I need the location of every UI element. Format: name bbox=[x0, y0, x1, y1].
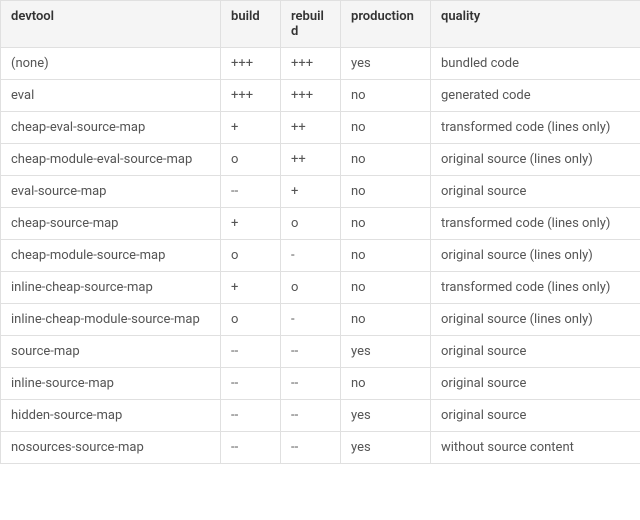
cell-rebuild: +++ bbox=[281, 80, 341, 112]
cell-devtool: cheap-module-source-map bbox=[1, 240, 221, 272]
cell-quality: bundled code bbox=[431, 48, 640, 80]
cell-production: no bbox=[341, 272, 431, 304]
table-row: nosources-source-map----yeswithout sourc… bbox=[1, 432, 640, 464]
cell-build: +++ bbox=[221, 80, 281, 112]
cell-production: no bbox=[341, 112, 431, 144]
cell-quality: original source (lines only) bbox=[431, 240, 640, 272]
cell-quality: original source bbox=[431, 400, 640, 432]
cell-build: + bbox=[221, 208, 281, 240]
col-header-quality: quality bbox=[431, 1, 640, 48]
cell-rebuild: - bbox=[281, 304, 341, 336]
col-header-production: production bbox=[341, 1, 431, 48]
cell-rebuild: ++ bbox=[281, 112, 341, 144]
cell-devtool: (none) bbox=[1, 48, 221, 80]
cell-devtool: cheap-eval-source-map bbox=[1, 112, 221, 144]
cell-rebuild: ++ bbox=[281, 144, 341, 176]
table-row: hidden-source-map----yesoriginal source bbox=[1, 400, 640, 432]
cell-quality: original source bbox=[431, 368, 640, 400]
cell-rebuild: -- bbox=[281, 368, 341, 400]
table-row: inline-cheap-module-source-mapo-noorigin… bbox=[1, 304, 640, 336]
cell-production: no bbox=[341, 144, 431, 176]
cell-devtool: inline-source-map bbox=[1, 368, 221, 400]
cell-build: + bbox=[221, 272, 281, 304]
cell-quality: original source (lines only) bbox=[431, 144, 640, 176]
table-row: cheap-module-source-mapo-nooriginal sour… bbox=[1, 240, 640, 272]
devtool-table: devtool build rebuild production quality… bbox=[0, 0, 640, 464]
table-row: cheap-source-map+onotransformed code (li… bbox=[1, 208, 640, 240]
cell-quality: original source bbox=[431, 176, 640, 208]
cell-devtool: cheap-module-eval-source-map bbox=[1, 144, 221, 176]
cell-build: -- bbox=[221, 176, 281, 208]
cell-production: no bbox=[341, 368, 431, 400]
cell-devtool: hidden-source-map bbox=[1, 400, 221, 432]
cell-build: -- bbox=[221, 368, 281, 400]
cell-build: o bbox=[221, 304, 281, 336]
cell-production: yes bbox=[341, 48, 431, 80]
cell-rebuild: +++ bbox=[281, 48, 341, 80]
cell-rebuild: + bbox=[281, 176, 341, 208]
table-row: eval++++++nogenerated code bbox=[1, 80, 640, 112]
cell-build: o bbox=[221, 240, 281, 272]
cell-build: o bbox=[221, 144, 281, 176]
table-row: source-map----yesoriginal source bbox=[1, 336, 640, 368]
col-header-rebuild: rebuild bbox=[281, 1, 341, 48]
cell-quality: without source content bbox=[431, 432, 640, 464]
table-row: cheap-eval-source-map+++notransformed co… bbox=[1, 112, 640, 144]
cell-rebuild: -- bbox=[281, 400, 341, 432]
table-row: cheap-module-eval-source-mapo++noorigina… bbox=[1, 144, 640, 176]
cell-quality: transformed code (lines only) bbox=[431, 208, 640, 240]
cell-rebuild: - bbox=[281, 240, 341, 272]
cell-build: + bbox=[221, 112, 281, 144]
cell-build: -- bbox=[221, 400, 281, 432]
cell-quality: original source (lines only) bbox=[431, 304, 640, 336]
table-row: (none)++++++yesbundled code bbox=[1, 48, 640, 80]
table-row: inline-source-map----nooriginal source bbox=[1, 368, 640, 400]
cell-quality: original source bbox=[431, 336, 640, 368]
cell-rebuild: o bbox=[281, 272, 341, 304]
table-row: inline-cheap-source-map+onotransformed c… bbox=[1, 272, 640, 304]
cell-production: no bbox=[341, 304, 431, 336]
cell-devtool: inline-cheap-module-source-map bbox=[1, 304, 221, 336]
cell-production: yes bbox=[341, 400, 431, 432]
cell-build: -- bbox=[221, 432, 281, 464]
col-header-build: build bbox=[221, 1, 281, 48]
cell-devtool: source-map bbox=[1, 336, 221, 368]
cell-devtool: cheap-source-map bbox=[1, 208, 221, 240]
table-row: eval-source-map--+nooriginal source bbox=[1, 176, 640, 208]
col-header-devtool: devtool bbox=[1, 1, 221, 48]
cell-production: no bbox=[341, 240, 431, 272]
cell-quality: transformed code (lines only) bbox=[431, 112, 640, 144]
cell-devtool: eval-source-map bbox=[1, 176, 221, 208]
cell-rebuild: o bbox=[281, 208, 341, 240]
header-row: devtool build rebuild production quality bbox=[1, 1, 640, 48]
cell-devtool: nosources-source-map bbox=[1, 432, 221, 464]
cell-build: +++ bbox=[221, 48, 281, 80]
cell-production: yes bbox=[341, 336, 431, 368]
cell-rebuild: -- bbox=[281, 432, 341, 464]
cell-build: -- bbox=[221, 336, 281, 368]
cell-quality: transformed code (lines only) bbox=[431, 272, 640, 304]
cell-production: yes bbox=[341, 432, 431, 464]
cell-rebuild: -- bbox=[281, 336, 341, 368]
cell-devtool: inline-cheap-source-map bbox=[1, 272, 221, 304]
cell-production: no bbox=[341, 176, 431, 208]
cell-production: no bbox=[341, 208, 431, 240]
cell-quality: generated code bbox=[431, 80, 640, 112]
cell-devtool: eval bbox=[1, 80, 221, 112]
cell-production: no bbox=[341, 80, 431, 112]
